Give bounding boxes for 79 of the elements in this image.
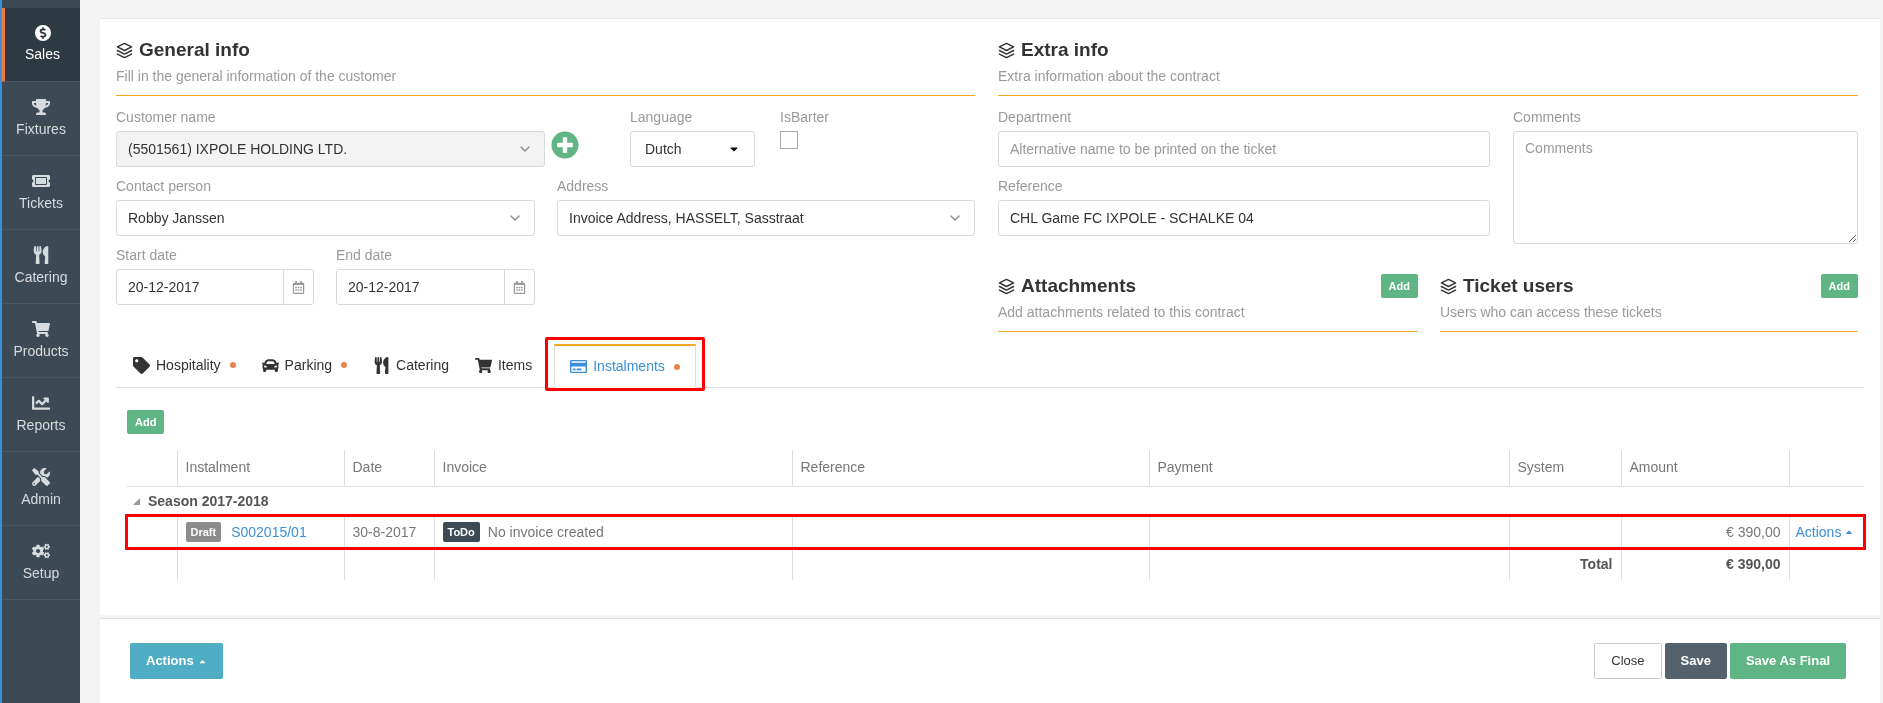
sidebar-item[interactable]: Catering [2, 230, 80, 304]
trophy-icon [32, 97, 50, 116]
status-badge: Draft [185, 521, 222, 543]
column-header: Amount [1629, 459, 1678, 476]
column-header: Date [352, 459, 383, 476]
field-label: End date [336, 246, 393, 264]
tab[interactable]: Instalments [554, 344, 696, 388]
sidebar-item[interactable]: Reports [2, 378, 80, 452]
calendar-icon [513, 280, 526, 294]
layers-icon [998, 277, 1015, 295]
tab[interactable]: Hospitality [120, 343, 249, 387]
column-header: Payment [1157, 459, 1213, 476]
sidebar-item[interactable]: Sales [2, 8, 80, 82]
layers-icon [998, 41, 1015, 59]
gears-icon [32, 541, 50, 560]
cart-icon [475, 356, 492, 374]
sidebar-item[interactable]: Setup [2, 526, 80, 600]
chart-icon [32, 393, 50, 412]
language-select[interactable]: Dutch [630, 131, 755, 167]
field-label: IsBarter [780, 108, 829, 126]
address-select[interactable]: Invoice Address, HASSELT, Sasstraat [557, 200, 975, 236]
invoice-text: No invoice created [487, 522, 604, 542]
customer-select[interactable]: (5501561) IXPOLE HOLDING LTD. [116, 131, 545, 167]
tab[interactable]: Catering [360, 343, 462, 387]
field-label: Customer name [116, 108, 216, 126]
utensils-icon [32, 245, 50, 264]
status-badge: ToDo [442, 521, 480, 543]
layers-icon [116, 41, 133, 59]
sidebar-item[interactable]: Products [2, 304, 80, 378]
section-title: Extra info [1021, 38, 1109, 62]
close-button[interactable]: Close [1594, 643, 1662, 679]
total-label: Total [1580, 555, 1613, 572]
comments-textarea[interactable]: Comments [1513, 131, 1858, 244]
sidebar-item[interactable]: Fixtures [2, 82, 80, 156]
amount-text: € 390,00 [1726, 523, 1781, 540]
column-header: Instalment [185, 459, 251, 476]
date-text: 30-8-2017 [352, 523, 417, 540]
section-title: General info [139, 38, 250, 62]
barter-checkbox[interactable] [780, 131, 798, 149]
department-input[interactable]: Alternative name to be printed on the ticket [998, 131, 1490, 167]
field-label: Start date [116, 246, 177, 264]
column-header: System [1517, 459, 1565, 476]
field-label: Contact person [116, 177, 211, 195]
field-label: Department [998, 108, 1072, 126]
section-subtitle: Add attachments related to this contract [998, 303, 1245, 322]
reference-input[interactable]: CHL Game FC IXPOLE - SCHALKE 04 [998, 200, 1490, 236]
cart-icon [32, 319, 50, 338]
sidebar-item[interactable]: Tickets [2, 156, 80, 230]
group-title: Season 2017-2018 [148, 491, 269, 511]
sidebar-item[interactable]: Admin [2, 452, 80, 526]
actions-link[interactable]: Actions [1795, 521, 1858, 543]
field-label: Comments [1513, 108, 1581, 126]
car-icon [261, 356, 279, 374]
layers-icon [1440, 277, 1457, 295]
dollar-icon [34, 24, 51, 41]
section-subtitle: Extra information about the contract [998, 67, 1220, 86]
date-field[interactable]: 20-12-2017 [336, 269, 535, 305]
tab[interactable]: Parking [248, 343, 361, 387]
section-subtitle: Fill in the general information of the customer [116, 67, 397, 86]
calendar-icon [292, 280, 305, 294]
date-field[interactable]: 20-12-2017 [116, 269, 314, 305]
contact-select[interactable]: Robby Janssen [116, 200, 535, 236]
tab[interactable]: Items [462, 343, 546, 387]
field-label: Reference [998, 177, 1063, 195]
section-subtitle: Users who can access these tickets [1440, 303, 1662, 322]
instalment-link[interactable]: S002015/01 [231, 521, 307, 543]
tools-icon [32, 467, 50, 486]
section-title: Attachments [1021, 274, 1137, 298]
column-header: Invoice [442, 459, 487, 476]
tag-icon [133, 356, 150, 374]
save-button[interactable]: Save [1664, 643, 1727, 679]
credit-card-icon [570, 358, 588, 375]
section-title: Ticket users [1463, 274, 1574, 298]
expand-triangle-icon[interactable] [133, 497, 140, 505]
field-label: Address [557, 177, 609, 195]
total-amount: € 390,00 [1726, 555, 1781, 572]
field-label: Language [630, 108, 693, 126]
utensils-icon [373, 356, 391, 374]
column-header: Reference [800, 459, 866, 476]
